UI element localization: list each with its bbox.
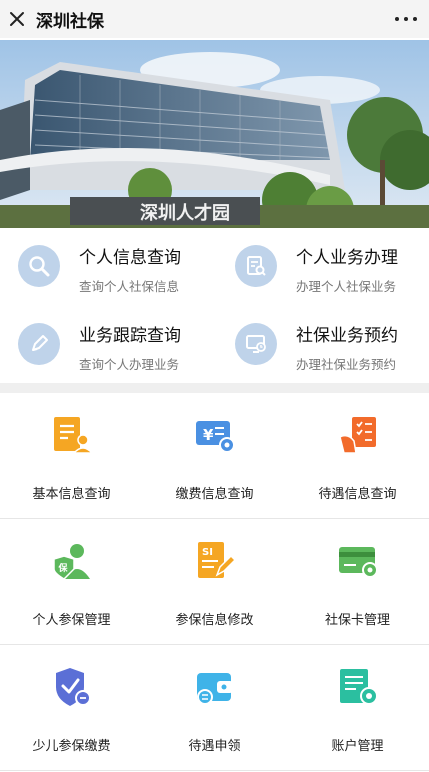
service-social-security-card[interactable]: 社保卡管理 (286, 519, 429, 645)
quick-item-title: 业务跟踪查询 (79, 326, 181, 346)
monitor-clock-icon (235, 323, 277, 365)
services-grid: 基本信息查询 ¥ 缴费信息查询 待遇信息查询 保 个人参保管理 SI 参保信息修… (0, 393, 429, 772)
insured-person-icon: 保 (52, 544, 90, 580)
service-benefit-info-query[interactable]: 待遇信息查询 (286, 393, 429, 519)
si-document-edit-icon: SI (197, 542, 236, 578)
pen-icon (18, 323, 60, 365)
service-label: 缴费信息查询 (175, 487, 254, 502)
hand-checklist-icon (338, 417, 376, 454)
quick-item-subtitle: 办理个人社保业务 (296, 279, 397, 294)
card-gear-icon (338, 547, 378, 578)
close-icon (10, 12, 24, 26)
service-account-management[interactable]: 账户管理 (286, 645, 429, 771)
app-title: 深圳社保 (36, 11, 104, 32)
service-label: 少儿参保缴费 (32, 739, 111, 754)
service-insurance-info-edit[interactable]: SI 参保信息修改 (143, 519, 286, 645)
quick-item-title: 社保业务预约 (296, 326, 398, 346)
svg-text:SI: SI (202, 547, 213, 558)
title-bar: 深圳社保 (0, 0, 429, 38)
shield-check-icon (55, 668, 91, 706)
service-label: 基本信息查询 (32, 487, 111, 502)
document-search-icon (235, 245, 277, 287)
services-row: 少儿参保缴费 待遇申领 账户管理 (0, 645, 429, 771)
quick-item-title: 个人信息查询 (79, 248, 181, 268)
service-payment-info-query[interactable]: ¥ 缴费信息查询 (143, 393, 286, 519)
section-divider (0, 383, 429, 393)
services-row: 保 个人参保管理 SI 参保信息修改 社保卡管理 (0, 519, 429, 645)
service-basic-info-query[interactable]: 基本信息查询 (0, 393, 143, 519)
quick-appointment[interactable]: 社保业务预约 办理社保业务预约 (217, 306, 429, 382)
more-dot-icon (413, 17, 417, 21)
svg-text:¥: ¥ (203, 426, 214, 444)
banner-image[interactable]: 深圳人才园 (0, 40, 429, 228)
more-dot-icon (395, 17, 399, 21)
quick-business-tracking[interactable]: 业务跟踪查询 查询个人办理业务 (0, 306, 214, 382)
service-children-insurance-payment[interactable]: 少儿参保缴费 (0, 645, 143, 771)
banner-sign-text: 深圳人才园 (140, 202, 230, 224)
account-gear-icon (339, 669, 378, 705)
yuan-card-gear-icon: ¥ (195, 421, 235, 453)
quick-personal-business[interactable]: 个人业务办理 办理个人社保业务 (217, 228, 429, 304)
user-document-icon (53, 417, 94, 454)
service-benefit-application[interactable]: 待遇申领 (143, 645, 286, 771)
quick-services: 个人信息查询 查询个人社保信息 个人业务办理 办理个人社保业务 业务跟踪查询 查… (0, 228, 429, 383)
magnifier-icon (18, 245, 60, 287)
more-menu-button[interactable] (395, 9, 417, 29)
more-dot-icon (404, 17, 408, 21)
quick-item-subtitle: 办理社保业务预约 (296, 357, 397, 372)
quick-item-subtitle: 查询个人办理业务 (79, 357, 180, 372)
service-label: 待遇信息查询 (318, 487, 397, 502)
service-personal-insurance-management[interactable]: 保 个人参保管理 (0, 519, 143, 645)
wallet-icon (196, 673, 233, 705)
services-row: 基本信息查询 ¥ 缴费信息查询 待遇信息查询 (0, 393, 429, 519)
service-label: 待遇申领 (188, 739, 241, 754)
quick-item-subtitle: 查询个人社保信息 (79, 279, 180, 294)
quick-item-title: 个人业务办理 (296, 248, 398, 268)
service-label: 参保信息修改 (175, 613, 254, 628)
service-label: 账户管理 (331, 739, 384, 754)
quick-personal-info-query[interactable]: 个人信息查询 查询个人社保信息 (0, 228, 214, 304)
svg-text:保: 保 (57, 562, 68, 574)
service-label: 个人参保管理 (32, 613, 111, 628)
close-button[interactable] (0, 0, 34, 38)
service-label: 社保卡管理 (324, 613, 390, 628)
